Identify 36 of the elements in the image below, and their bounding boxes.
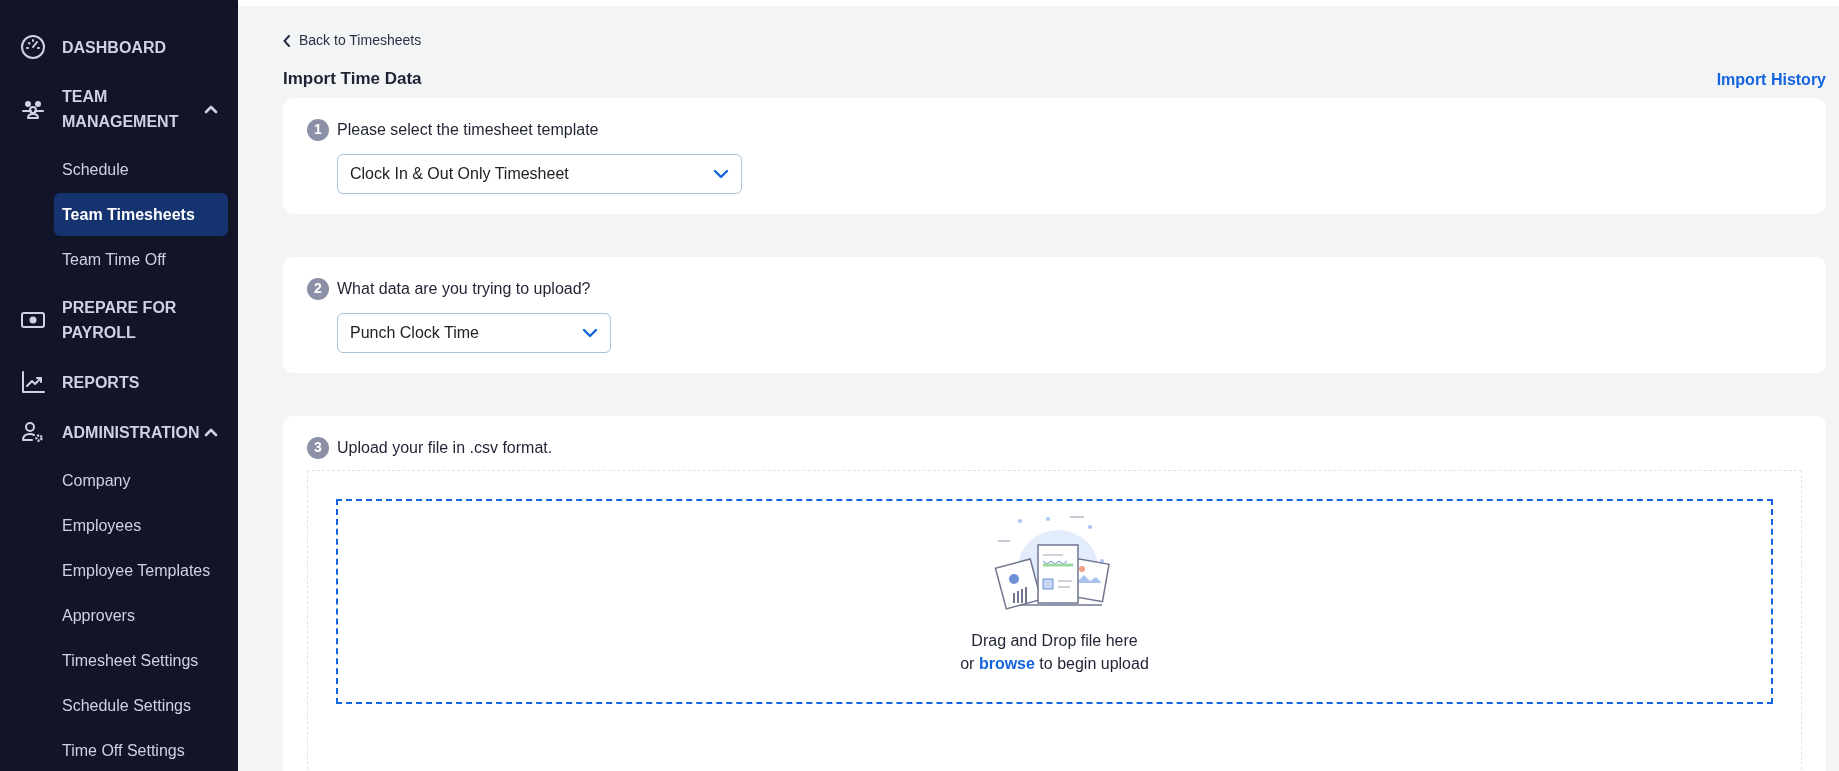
gauge-icon xyxy=(20,34,46,60)
drop-zone[interactable]: Drag and Drop file here or browse to begin upload xyxy=(336,498,1773,704)
chevron-down-icon xyxy=(582,327,598,338)
select-dropdown[interactable]: Punch Clock Time xyxy=(337,312,611,353)
sidebar-link[interactable]: Schedule Settings xyxy=(54,684,228,727)
select-dropdown[interactable]: Clock In & Out Only Timesheet xyxy=(337,153,742,194)
sidebar-link[interactable]: Company xyxy=(54,459,228,502)
sidebar-link[interactable]: Time Off Settings xyxy=(54,729,228,771)
user-gear-icon xyxy=(20,419,46,445)
browse-instruction: or browse to begin upload xyxy=(960,653,1149,674)
browse-link[interactable]: browse xyxy=(978,654,1035,672)
sidebar-section[interactable]: REPORTS xyxy=(0,369,238,395)
import-history-link[interactable]: Import History xyxy=(1716,67,1826,92)
sidebar-section[interactable]: PREPARE FOR PAYROLL xyxy=(0,295,238,345)
sidebar-section[interactable]: TEAM MANAGEMENT xyxy=(0,84,238,134)
page-title: Import Time Data xyxy=(283,69,422,90)
sidebar-link[interactable]: Team Timesheets xyxy=(54,193,228,236)
step-label: Upload your file in .csv format. xyxy=(337,437,553,458)
step-label: What data are you trying to upload? xyxy=(337,278,591,299)
step-number: 1 xyxy=(307,118,329,141)
sidebar-link[interactable]: Approvers xyxy=(54,594,228,637)
sidebar-section[interactable]: DASHBOARD xyxy=(0,34,238,60)
chevron-down-icon xyxy=(713,168,729,179)
sidebar-link[interactable]: Schedule xyxy=(54,148,228,191)
step-number: 2 xyxy=(307,277,329,300)
sidebar-section[interactable]: ADMINISTRATION xyxy=(0,419,238,445)
drop-instruction: Drag and Drop file here xyxy=(971,630,1138,651)
sidebar-link[interactable]: Timesheet Settings xyxy=(54,639,228,682)
step-label: Please select the timesheet template xyxy=(337,119,599,140)
line-chart-icon xyxy=(20,369,46,395)
sidebar-link[interactable]: Employee Templates xyxy=(54,549,228,592)
chevron-left-icon xyxy=(283,34,291,47)
sidebar-link[interactable]: Employees xyxy=(54,504,228,547)
back-link[interactable]: Back to Timesheets xyxy=(283,30,422,51)
sidebar-link[interactable]: Team Time Off xyxy=(54,238,228,281)
step-number: 3 xyxy=(307,436,329,459)
